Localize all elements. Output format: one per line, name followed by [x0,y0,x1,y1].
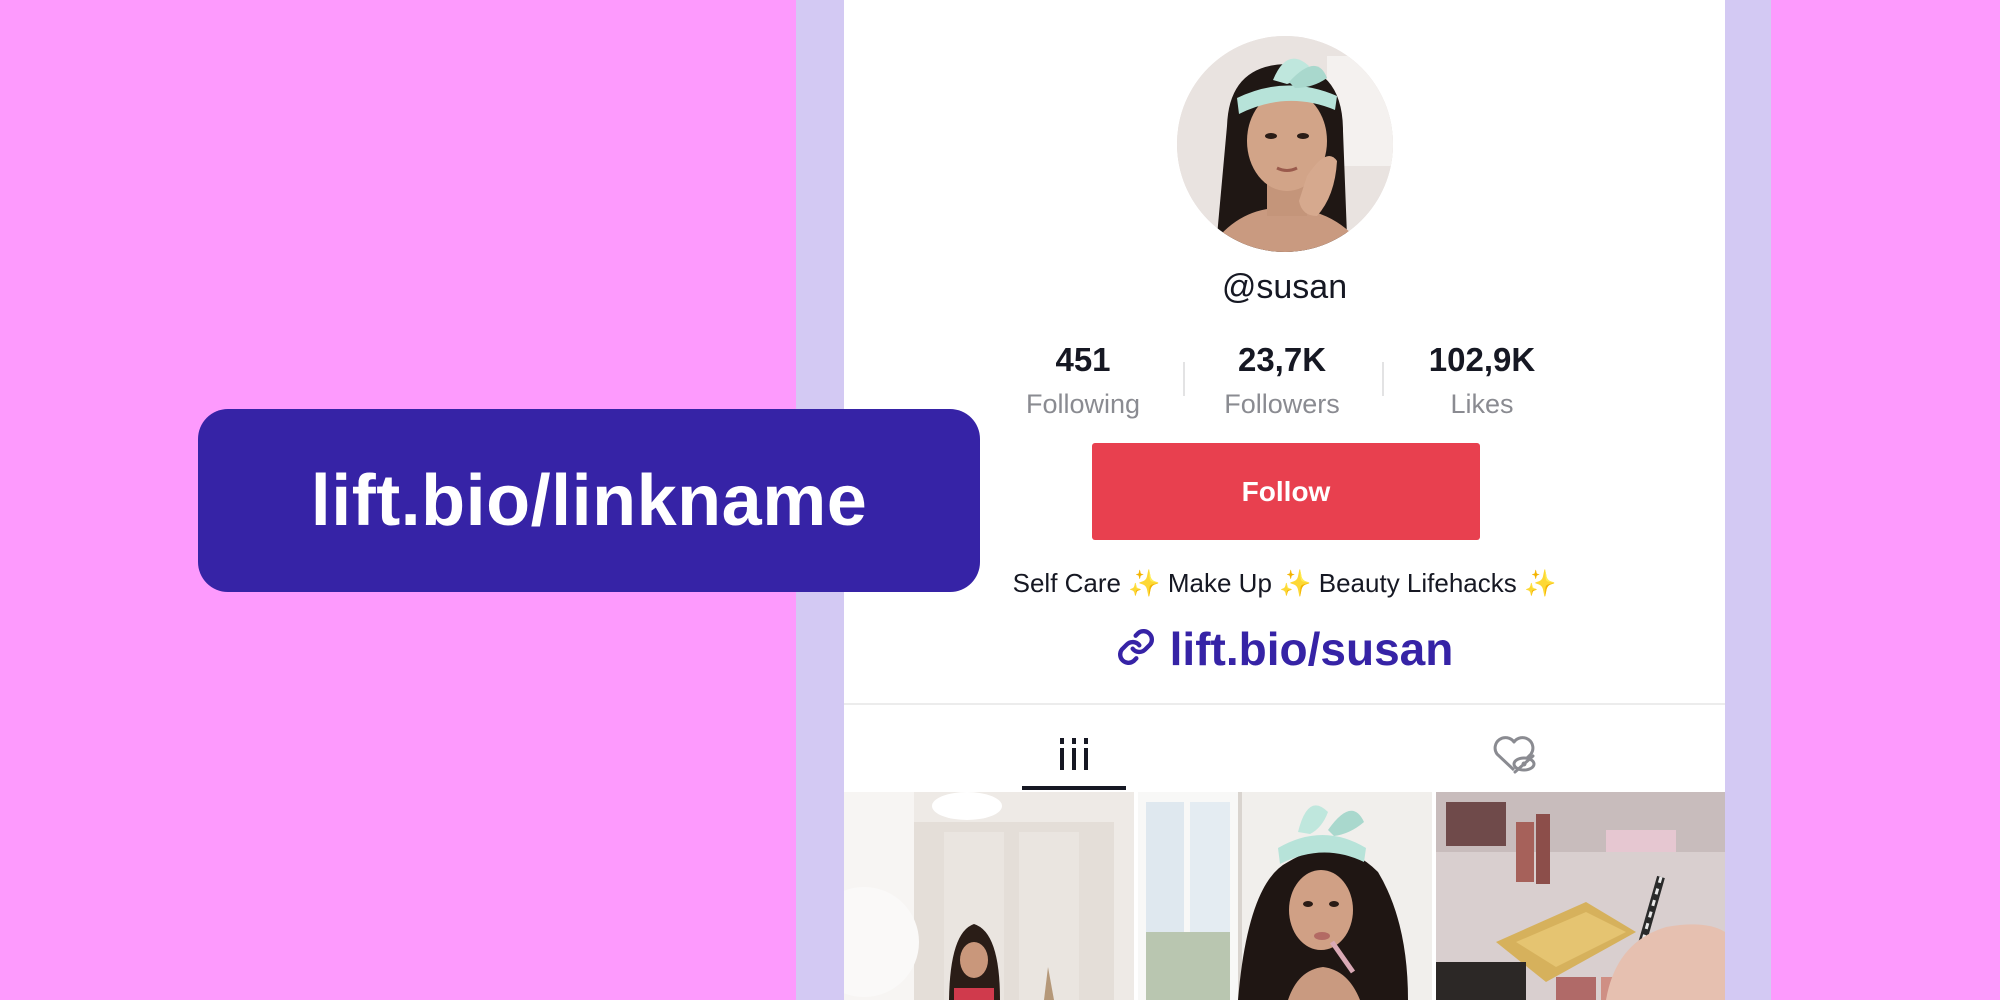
video-grid [844,792,1725,1000]
stat-likes-value: 102,9K [1428,341,1536,378]
stat-followers-value: 23,7K [1237,341,1327,378]
bio-part: Make Up [1167,568,1272,598]
stat-followers[interactable]: 23,7K Followers [1182,336,1382,420]
stat-following[interactable]: 451 Following [983,336,1183,420]
link-icon [1116,627,1156,672]
bio-part: Beauty Lifehacks [1318,568,1517,598]
profile-link[interactable]: lift.bio/susan [844,622,1725,676]
profile-link-text: lift.bio/susan [1169,623,1454,675]
grid-icon [1060,738,1088,770]
tab-liked[interactable] [1462,720,1566,788]
follow-button[interactable]: Follow [1092,443,1480,540]
tab-videos[interactable] [1022,720,1126,788]
profile-stats: 451 Following 23,7K Followers 102,9K Lik… [844,336,1725,426]
sparkles-icon: ✨ [1524,568,1557,598]
link-callout: lift.bio/linkname [198,409,980,592]
sparkles-icon: ✨ [1128,568,1161,598]
avatar[interactable] [1177,36,1393,252]
liked-hidden-icon [1493,736,1536,774]
stat-likes-label: Likes [1450,389,1514,419]
tab-selected-indicator [1022,786,1126,790]
username: @susan [1221,268,1348,306]
stat-following-label: Following [1025,389,1141,419]
video-thumbnail[interactable] [1436,792,1725,1000]
stat-likes[interactable]: 102,9K Likes [1382,336,1582,420]
stat-followers-label: Followers [1224,389,1340,419]
link-callout-text: lift.bio/linkname [310,460,868,541]
sparkles-icon: ✨ [1279,568,1312,598]
tabs-divider [844,703,1725,705]
stat-following-value: 451 [1055,341,1111,378]
video-thumbnail[interactable] [1138,792,1432,1000]
avatar-image [1177,36,1393,252]
bio-part: Self Care [1012,568,1122,598]
video-thumbnail[interactable] [844,792,1134,1000]
